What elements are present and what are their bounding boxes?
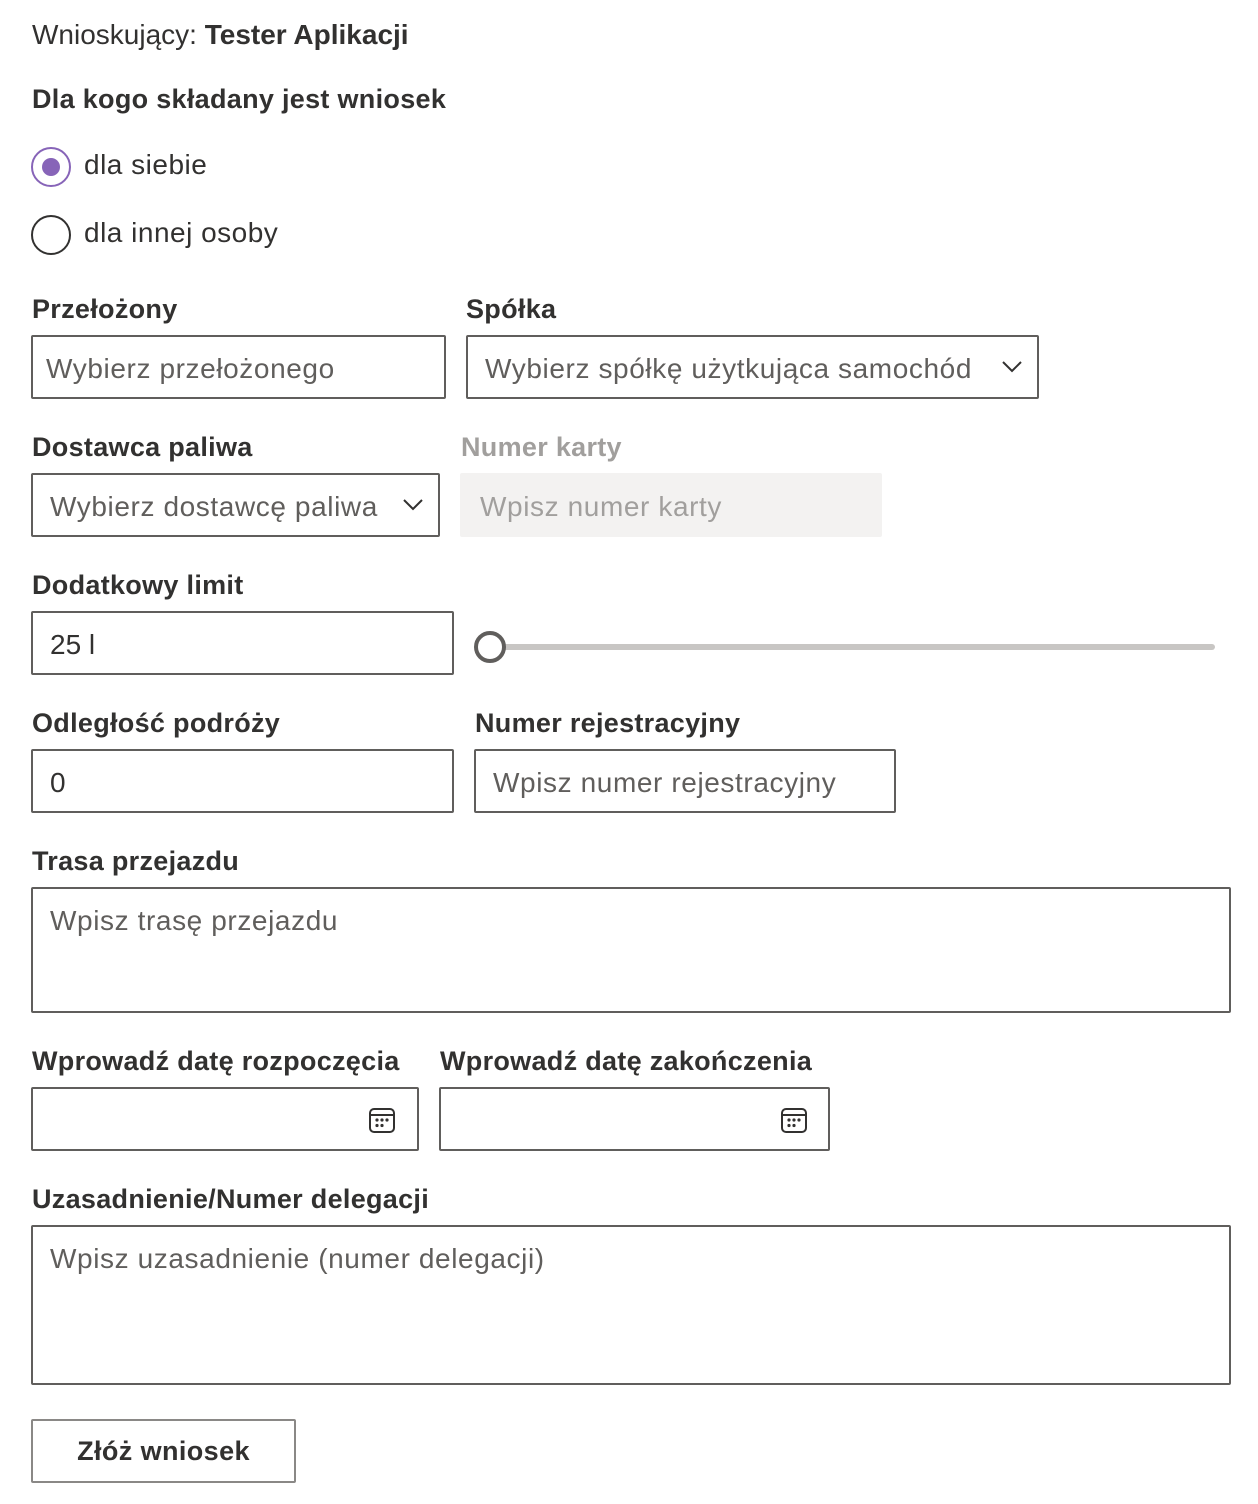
end-date-label: Wprowadź datę zakończenia <box>440 1046 813 1076</box>
distance-label: Odległość podróży <box>32 708 281 738</box>
registration-label: Numer rejestracyjny <box>475 708 741 738</box>
start-date-picker[interactable] <box>31 1087 419 1151</box>
end-date-picker[interactable] <box>439 1087 830 1151</box>
radio-for-self[interactable] <box>31 147 71 187</box>
for-whom-label: Dla kogo składany jest wniosek <box>32 84 447 114</box>
company-placeholder: Wybierz spółkę użytkująca samochód <box>485 353 973 384</box>
radio-selected-dot <box>42 158 60 176</box>
chevron-down-icon <box>403 499 423 511</box>
supervisor-label: Przełożony <box>32 294 178 324</box>
card-number-input: Wpisz numer karty <box>460 473 882 537</box>
radio-for-other[interactable] <box>31 215 71 255</box>
requester-label: Wnioskujący: <box>32 19 197 50</box>
extra-limit-label: Dodatkowy limit <box>32 570 244 600</box>
card-number-placeholder: Wpisz numer karty <box>480 491 723 522</box>
fuel-supplier-placeholder: Wybierz dostawcę paliwa <box>50 491 378 522</box>
requester-name: Tester Aplikacji <box>204 19 409 50</box>
card-number-label: Numer karty <box>461 432 622 462</box>
extra-limit-slider-track[interactable] <box>490 644 1215 650</box>
extra-limit-value: 25 l <box>50 629 96 660</box>
radio-for-other-label[interactable]: dla innej osoby <box>84 217 278 249</box>
supervisor-placeholder: Wybierz przełożonego <box>46 353 335 384</box>
chevron-down-icon <box>1002 361 1022 373</box>
route-placeholder: Wpisz trasę przejazdu <box>50 905 339 936</box>
distance-input[interactable]: 0 <box>31 749 454 813</box>
registration-placeholder: Wpisz numer rejestracyjny <box>493 767 837 798</box>
extra-limit-slider-thumb[interactable] <box>474 631 506 663</box>
company-label: Spółka <box>466 294 557 324</box>
calendar-icon[interactable] <box>780 1106 808 1134</box>
fuel-request-form: Wnioskujący: Tester Aplikacji Dla kogo s… <box>0 0 1258 1504</box>
calendar-icon[interactable] <box>368 1106 396 1134</box>
route-textarea[interactable]: Wpisz trasę przejazdu <box>31 887 1231 1013</box>
justification-placeholder: Wpisz uzasadnienie (numer delegacji) <box>50 1243 545 1274</box>
registration-input[interactable]: Wpisz numer rejestracyjny <box>474 749 896 813</box>
requester-line: Wnioskujący: Tester Aplikacji <box>32 19 409 51</box>
start-date-label: Wprowadź datę rozpoczęcia <box>32 1046 400 1076</box>
company-dropdown[interactable]: Wybierz spółkę użytkująca samochód <box>466 335 1039 399</box>
fuel-supplier-label: Dostawca paliwa <box>32 432 253 462</box>
supervisor-input[interactable]: Wybierz przełożonego <box>31 335 446 399</box>
fuel-supplier-dropdown[interactable]: Wybierz dostawcę paliwa <box>31 473 440 537</box>
distance-value: 0 <box>50 767 66 798</box>
justification-textarea[interactable]: Wpisz uzasadnienie (numer delegacji) <box>31 1225 1231 1385</box>
radio-for-self-label[interactable]: dla siebie <box>84 149 207 181</box>
justification-label: Uzasadnienie/Numer delegacji <box>32 1184 430 1214</box>
route-label: Trasa przejazdu <box>32 846 240 876</box>
submit-button[interactable]: Złóż wniosek <box>31 1419 296 1483</box>
extra-limit-input[interactable]: 25 l <box>31 611 454 675</box>
